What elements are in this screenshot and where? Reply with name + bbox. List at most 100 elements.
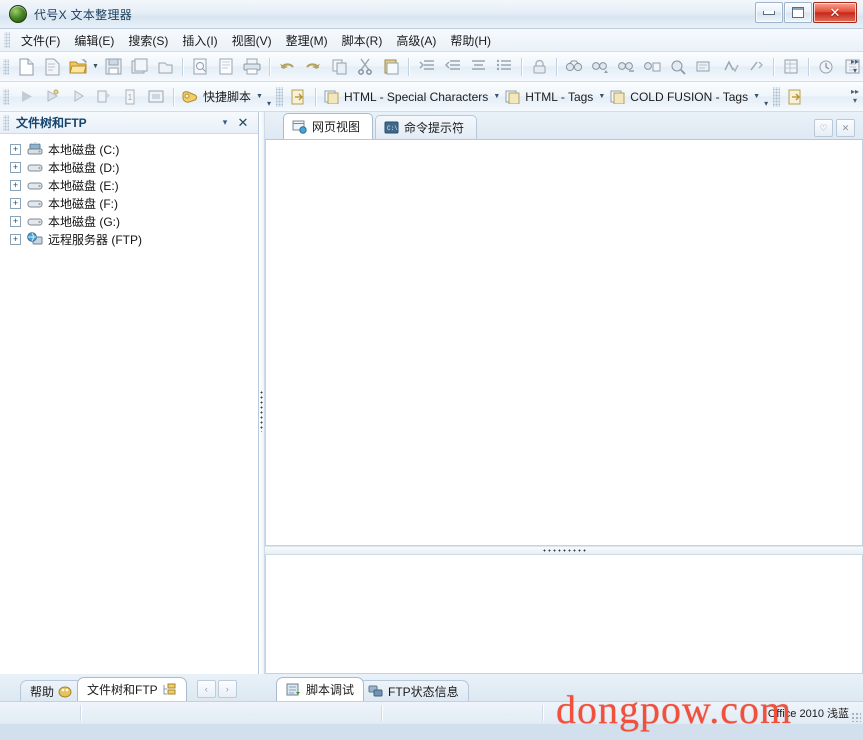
resize-grip[interactable] (851, 712, 861, 722)
html-tags-label: HTML - Tags (525, 89, 594, 104)
nav-next-button[interactable]: › (217, 680, 237, 698)
tab-command-prompt[interactable]: C:\ 命令提示符 (375, 115, 478, 139)
menu-search[interactable]: 搜索(S) (121, 29, 175, 52)
goto-line-icon[interactable] (691, 54, 717, 80)
menu-advanced[interactable]: 高级(A) (389, 29, 443, 52)
maximize-button[interactable] (784, 2, 812, 23)
html-tags-dropdown-arrow[interactable]: ▼ (597, 86, 606, 108)
debug-icon[interactable] (39, 84, 65, 110)
replace-icon[interactable] (639, 54, 665, 80)
panel-drag-grip[interactable] (3, 114, 9, 131)
run-icon[interactable] (13, 84, 39, 110)
paste-icon[interactable] (378, 54, 404, 80)
tags-toolbar-overflow-button[interactable]: ▾ (761, 84, 771, 110)
lock-icon[interactable] (526, 54, 552, 80)
step-into-icon[interactable] (91, 84, 117, 110)
indent-increase-icon[interactable] (413, 54, 439, 80)
script-toolbar-overflow-button[interactable]: ▸▸ ▾ (849, 84, 861, 108)
clean-icon[interactable] (743, 54, 769, 80)
tab-favorite-button[interactable]: ♡ (814, 119, 833, 137)
tree-item-drive-f[interactable]: + 本地磁盘 (F:) (0, 194, 258, 212)
undo-icon[interactable] (274, 54, 300, 80)
toolbar-drag-grip[interactable] (3, 58, 9, 75)
expander-icon[interactable]: + (10, 179, 21, 191)
tree-item-drive-e[interactable]: + 本地磁盘 (E:) (0, 176, 258, 194)
script-toolbar-drag-grip[interactable] (3, 88, 9, 105)
horizontal-splitter[interactable] (265, 546, 863, 555)
quick-script-button[interactable]: 快捷脚本 (178, 85, 255, 109)
new-page-icon[interactable] (39, 54, 65, 80)
panel-close-button[interactable]: ✕ (234, 114, 252, 131)
find-prev-icon[interactable] (613, 54, 639, 80)
save-icon[interactable] (100, 54, 126, 80)
btab-script-debug[interactable]: 脚本调试 (276, 677, 365, 701)
table-icon[interactable] (778, 54, 804, 80)
html-special-characters-dropdown-arrow[interactable]: ▼ (492, 86, 501, 108)
spell-check-icon[interactable] (717, 54, 743, 80)
menu-help[interactable]: 帮助(H) (443, 29, 498, 52)
btab-file-tree-ftp[interactable]: 文件树和FTP (77, 677, 187, 701)
align-center-icon[interactable] (465, 54, 491, 80)
menu-organize[interactable]: 整理(M) (279, 29, 335, 52)
print-icon[interactable] (239, 54, 265, 80)
open-folder-icon[interactable] (65, 54, 91, 80)
expander-icon[interactable]: + (10, 197, 21, 209)
close-file-icon[interactable] (152, 54, 178, 80)
cold-fusion-tags-button[interactable]: COLD FUSION - Tags (606, 85, 752, 109)
search-files-icon[interactable] (665, 54, 691, 80)
menu-file[interactable]: 文件(F) (14, 29, 67, 52)
toolbar-drag-grip[interactable] (276, 86, 284, 107)
expander-icon[interactable]: + (10, 215, 21, 227)
minimize-button[interactable] (755, 2, 783, 23)
tree-item-drive-d[interactable]: + 本地磁盘 (D:) (0, 158, 258, 176)
open-folder-dropdown-arrow[interactable]: ▼ (91, 56, 100, 78)
expander-icon[interactable]: + (10, 143, 21, 155)
console-icon[interactable] (143, 84, 169, 110)
quick-script-dropdown-arrow[interactable]: ▼ (255, 86, 264, 108)
expander-icon[interactable]: + (10, 233, 21, 245)
panel-menu-button[interactable]: ▾ (216, 114, 234, 131)
insert-tag-icon[interactable] (285, 84, 311, 110)
menu-script[interactable]: 脚本(R) (335, 29, 390, 52)
expander-icon[interactable]: + (10, 161, 21, 173)
menu-drag-grip[interactable] (4, 32, 10, 48)
vertical-splitter[interactable] (259, 112, 265, 674)
redo-icon[interactable] (300, 54, 326, 80)
script-debug-canvas[interactable] (265, 555, 863, 674)
save-all-icon[interactable] (126, 54, 152, 80)
variables-icon[interactable]: 1 (117, 84, 143, 110)
menu-view[interactable]: 视图(V) (225, 29, 279, 52)
insert-snippet-icon[interactable] (782, 84, 808, 110)
close-button[interactable]: ✕ (813, 2, 857, 23)
cold-fusion-tags-dropdown-arrow[interactable]: ▼ (752, 86, 761, 108)
new-file-icon[interactable] (13, 54, 39, 80)
toolbar-overflow-button[interactable]: ▸▸ ▾ (849, 54, 861, 78)
tree-item-drive-g[interactable]: + 本地磁盘 (G:) (0, 212, 258, 230)
history-icon[interactable] (813, 54, 839, 80)
tab-close-all-button[interactable]: ✕ (836, 119, 855, 137)
nav-prev-button[interactable]: ‹ (196, 680, 216, 698)
btab-ftp-status[interactable]: FTP状态信息 (358, 680, 469, 701)
web-view-canvas[interactable] (265, 140, 863, 546)
page-setup-icon[interactable] (213, 54, 239, 80)
html-special-characters-button[interactable]: HTML - Special Characters (320, 85, 492, 109)
btab-help[interactable]: 帮助 (20, 680, 84, 701)
html-tags-button[interactable]: HTML - Tags (501, 85, 597, 109)
tree-item-label: 本地磁盘 (C:) (48, 142, 120, 157)
find-icon[interactable] (561, 54, 587, 80)
cut-icon[interactable] (352, 54, 378, 80)
tree-item-drive-c[interactable]: + 本地磁盘 (C:) (0, 140, 258, 158)
menu-edit[interactable]: 编辑(E) (67, 29, 121, 52)
tab-web-view[interactable]: 网页视图 (283, 113, 374, 139)
find-next-icon[interactable] (587, 54, 613, 80)
list-icon[interactable] (491, 54, 517, 80)
copy-icon[interactable] (326, 54, 352, 80)
tree-item-remote-server[interactable]: + 远程服务器 (FTP) (0, 230, 258, 248)
step-icon[interactable] (65, 84, 91, 110)
toolbar-drag-grip[interactable] (773, 86, 781, 107)
drive-tree[interactable]: + 本地磁盘 (C:) + 本地磁盘 (D:) + 本地磁盘 (E:) + 本地… (0, 134, 258, 674)
print-preview-icon[interactable] (187, 54, 213, 80)
quick-script-overflow-button[interactable]: ▾ (264, 84, 274, 110)
menu-insert[interactable]: 插入(I) (175, 29, 224, 52)
indent-decrease-icon[interactable] (439, 54, 465, 80)
